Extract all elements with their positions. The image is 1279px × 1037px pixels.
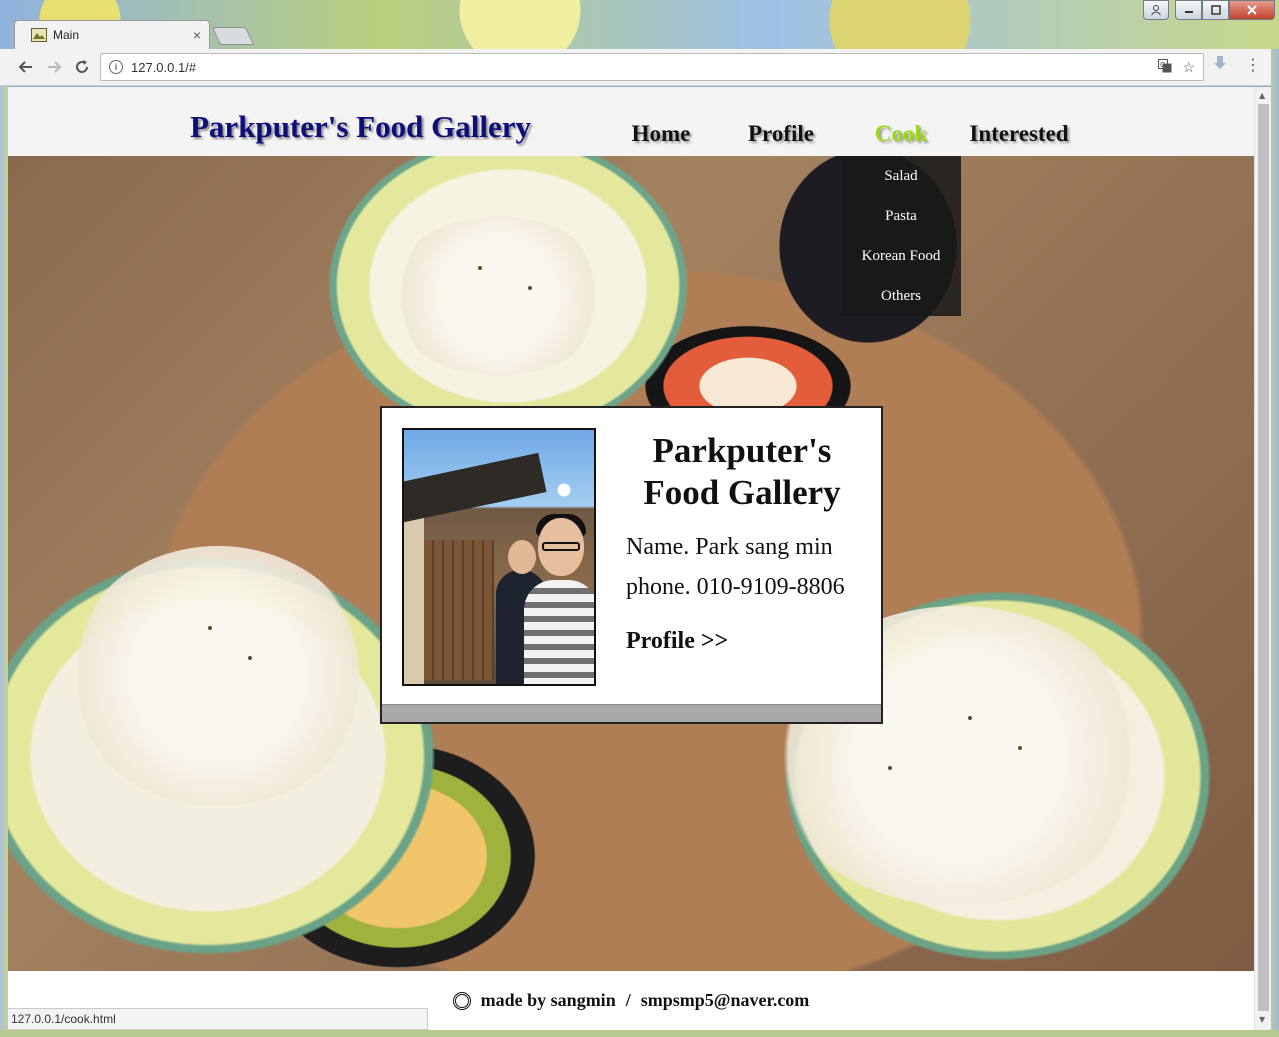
scrollbar-thumb[interactable] bbox=[1258, 104, 1269, 1011]
nav-profile[interactable]: Profile bbox=[714, 121, 848, 147]
user-icon[interactable] bbox=[1143, 0, 1169, 20]
card-bottom-bar bbox=[382, 704, 881, 722]
footer-email: smpsmp5@naver.com bbox=[640, 990, 810, 1010]
url-text: 127.0.0.1/# bbox=[131, 59, 197, 75]
cook-dropdown-menu: Salad Pasta Korean Food Others bbox=[841, 156, 961, 316]
info-icon[interactable]: i bbox=[109, 60, 123, 74]
maximize-icon[interactable] bbox=[1202, 0, 1229, 20]
window-frame-left bbox=[0, 86, 8, 1037]
nav-cook[interactable]: Cook bbox=[848, 121, 954, 147]
profile-photo bbox=[402, 428, 596, 686]
browser-toolbar: i 127.0.0.1/# G ☆ ⋮ bbox=[0, 49, 1279, 86]
new-tab-button[interactable] bbox=[211, 27, 255, 45]
svg-text:G: G bbox=[1160, 61, 1165, 69]
card-title-line2: Food Gallery bbox=[643, 473, 841, 512]
menu-item-pasta[interactable]: Pasta bbox=[841, 196, 961, 236]
main-nav: Home Profile Cook Interested bbox=[608, 121, 1084, 147]
card-title-line1: Parkputer's bbox=[652, 431, 832, 470]
footer-made-by: made by sangmin bbox=[480, 990, 616, 1010]
tab-close-icon[interactable]: × bbox=[193, 27, 201, 43]
profile-link[interactable]: Profile >> bbox=[626, 628, 728, 655]
profile-card: Parkputer's Food Gallery Name. Park sang… bbox=[380, 406, 883, 724]
close-icon[interactable] bbox=[1229, 0, 1275, 20]
menu-icon[interactable]: ⋮ bbox=[1245, 55, 1261, 74]
site-header: Parkputer's Food Gallery Home Profile Co… bbox=[8, 87, 1254, 156]
status-bar-url: 127.0.0.1/cook.html bbox=[8, 1008, 428, 1030]
browser-tabstrip: Main × bbox=[0, 0, 1279, 49]
scroll-down-icon[interactable]: ▼ bbox=[1259, 1015, 1265, 1024]
card-title: Parkputer's Food Gallery bbox=[622, 430, 862, 514]
menu-item-korean-food[interactable]: Korean Food bbox=[841, 236, 961, 276]
translate-icon[interactable]: G bbox=[1158, 58, 1172, 76]
page-scrollbar[interactable]: ▲ ▼ bbox=[1254, 87, 1271, 1030]
card-phone: phone. 010-9109-8806 bbox=[626, 574, 845, 600]
window-controls bbox=[1143, 0, 1275, 20]
address-bar[interactable]: i 127.0.0.1/# G ☆ bbox=[100, 53, 1204, 81]
footer-separator: / bbox=[625, 990, 631, 1010]
ring-icon bbox=[452, 991, 471, 1010]
browser-tab[interactable]: Main × bbox=[14, 20, 210, 49]
nav-home[interactable]: Home bbox=[608, 121, 714, 147]
reload-icon[interactable] bbox=[68, 53, 96, 81]
favicon-icon bbox=[31, 27, 47, 43]
forward-icon[interactable] bbox=[40, 53, 68, 81]
menu-item-others[interactable]: Others bbox=[841, 276, 961, 316]
star-icon[interactable]: ☆ bbox=[1182, 59, 1195, 76]
page-viewport: Parkputer's Food Gallery Home Profile Co… bbox=[8, 87, 1254, 1030]
download-icon[interactable] bbox=[1212, 55, 1228, 75]
scroll-up-icon[interactable]: ▲ bbox=[1259, 91, 1265, 100]
window-frame-right bbox=[1271, 49, 1279, 1037]
menu-item-salad[interactable]: Salad bbox=[841, 156, 961, 196]
nav-interested[interactable]: Interested bbox=[954, 121, 1084, 147]
tab-title: Main bbox=[53, 28, 80, 42]
back-icon[interactable] bbox=[12, 53, 40, 81]
minimize-icon[interactable] bbox=[1175, 0, 1202, 20]
site-title[interactable]: Parkputer's Food Gallery bbox=[190, 109, 531, 145]
window-frame-bottom bbox=[0, 1030, 1279, 1037]
card-name: Name. Park sang min bbox=[626, 534, 833, 560]
